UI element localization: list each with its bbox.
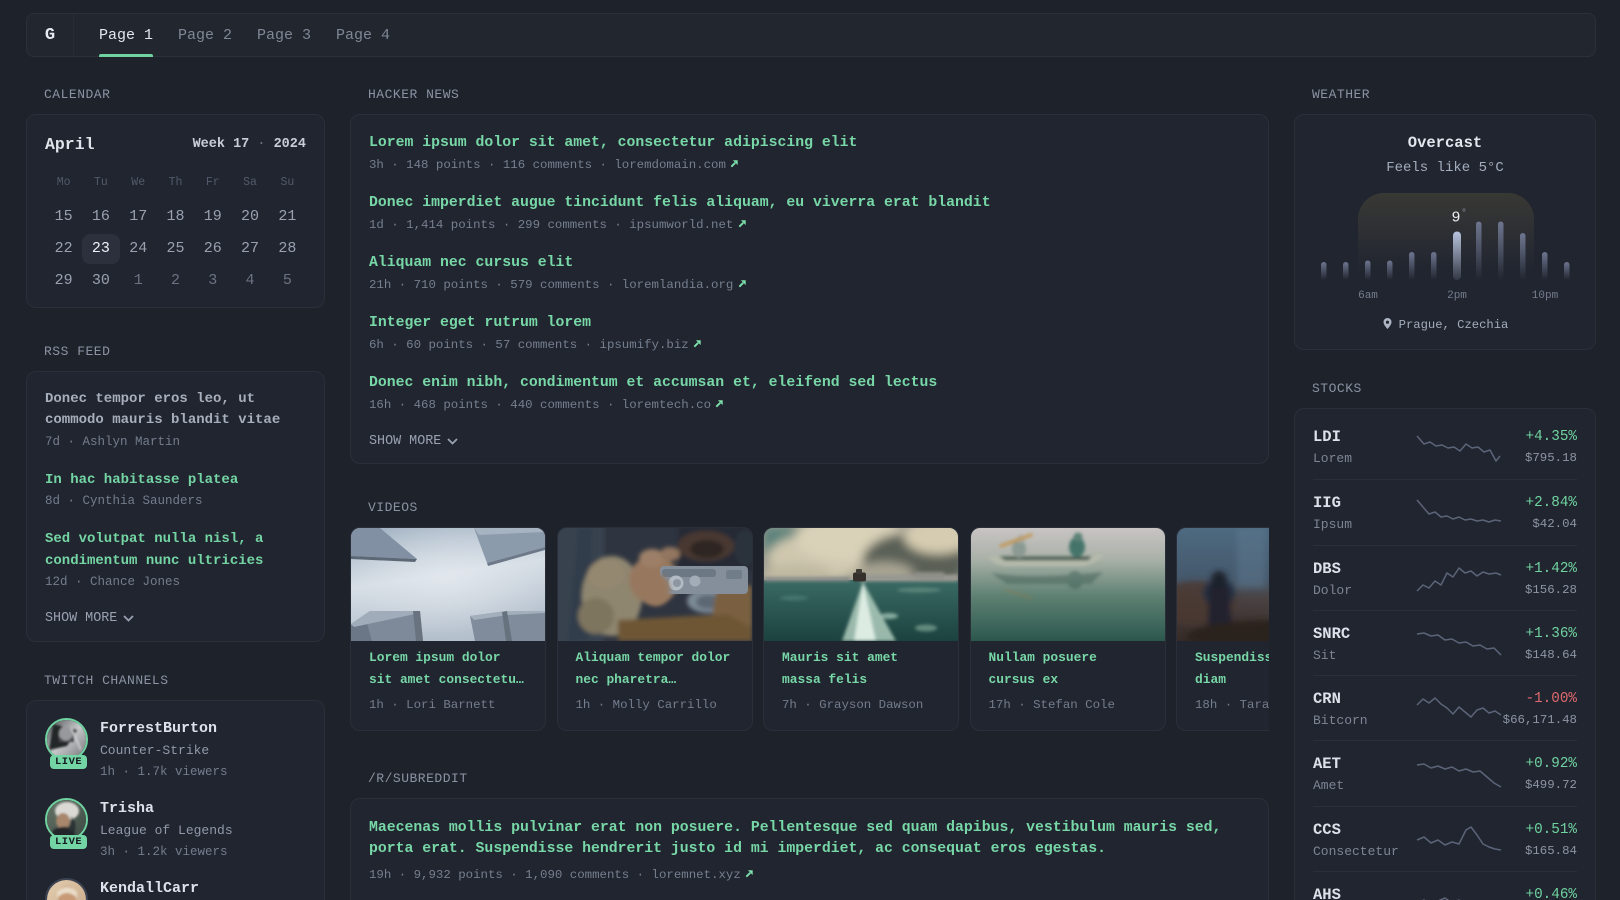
svg-text:9: 9 <box>1451 210 1460 227</box>
svg-text:2pm: 2pm <box>1447 290 1467 302</box>
svg-text:10pm: 10pm <box>1532 290 1559 302</box>
svg-text:°: ° <box>1461 208 1467 220</box>
svg-text:6am: 6am <box>1358 290 1378 302</box>
